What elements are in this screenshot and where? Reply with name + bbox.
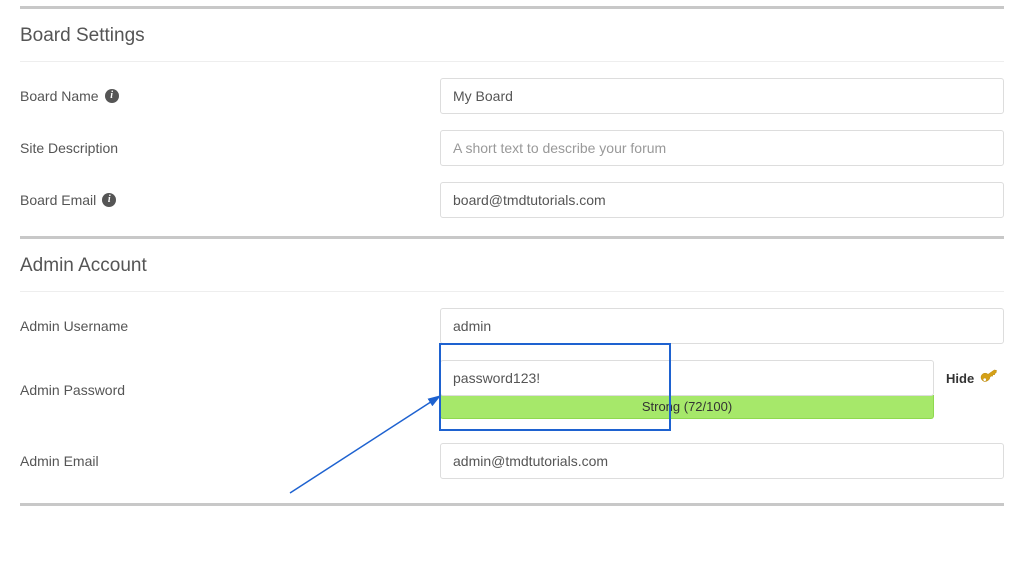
info-icon[interactable]: i xyxy=(105,89,119,103)
divider-bottom xyxy=(20,503,1004,506)
key-icon xyxy=(980,367,1000,390)
label-admin-username-text: Admin Username xyxy=(20,318,128,334)
input-admin-username[interactable] xyxy=(440,308,1004,344)
section-title-admin: Admin Account xyxy=(20,253,1004,292)
section-title-board: Board Settings xyxy=(20,23,1004,62)
row-admin-username: Admin Username xyxy=(20,308,1004,344)
section-admin-account: Admin Account Admin Username Admin Passw… xyxy=(20,239,1004,479)
input-admin-password[interactable] xyxy=(440,360,934,396)
label-admin-password-text: Admin Password xyxy=(20,382,125,398)
row-board-email: Board Email i xyxy=(20,182,1004,218)
section-board-settings: Board Settings Board Name i Site Descrip… xyxy=(20,9,1004,218)
row-admin-password: Admin Password Hide Strong (72/100) xyxy=(20,360,1004,419)
label-admin-username: Admin Username xyxy=(20,318,440,334)
label-board-email: Board Email i xyxy=(20,192,440,208)
input-admin-email[interactable] xyxy=(440,443,1004,479)
label-site-description: Site Description xyxy=(20,140,440,156)
input-site-description[interactable] xyxy=(440,130,1004,166)
label-board-email-text: Board Email xyxy=(20,192,96,208)
row-admin-email: Admin Email xyxy=(20,443,1004,479)
password-toggle-label: Hide xyxy=(946,371,974,386)
password-visibility-toggle[interactable]: Hide xyxy=(946,367,1000,390)
password-strength-bar: Strong (72/100) xyxy=(440,395,934,419)
label-admin-email-text: Admin Email xyxy=(20,453,99,469)
label-admin-email: Admin Email xyxy=(20,453,440,469)
input-board-email[interactable] xyxy=(440,182,1004,218)
row-site-description: Site Description xyxy=(20,130,1004,166)
label-admin-password: Admin Password xyxy=(20,382,440,398)
input-board-name[interactable] xyxy=(440,78,1004,114)
row-board-name: Board Name i xyxy=(20,78,1004,114)
label-site-description-text: Site Description xyxy=(20,140,118,156)
info-icon[interactable]: i xyxy=(102,193,116,207)
page-container: Board Settings Board Name i Site Descrip… xyxy=(20,6,1004,506)
label-board-name: Board Name i xyxy=(20,88,440,104)
label-board-name-text: Board Name xyxy=(20,88,99,104)
